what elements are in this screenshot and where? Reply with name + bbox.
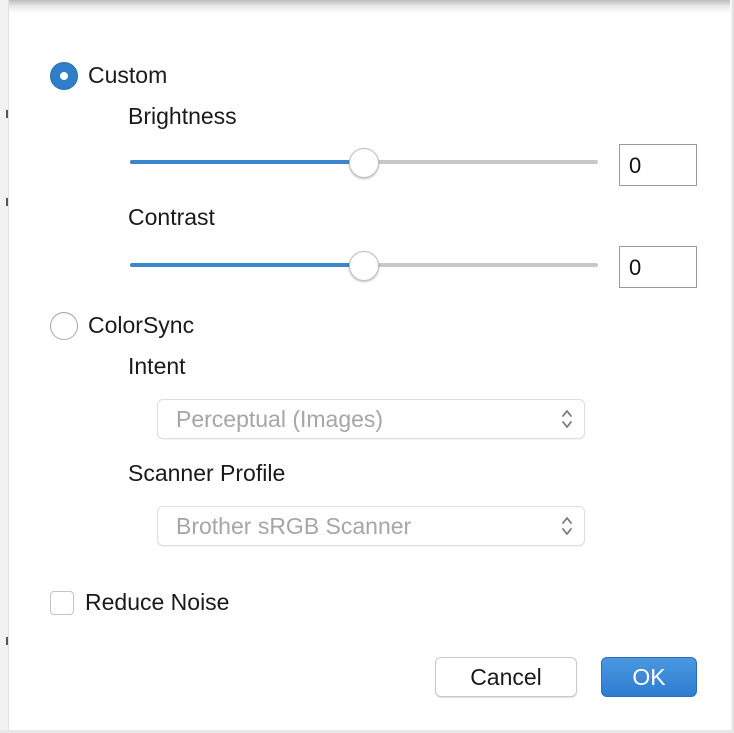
- colorsync-radio[interactable]: [50, 312, 78, 340]
- chevron-up-down-icon: [562, 517, 572, 535]
- contrast-value-field[interactable]: 0: [619, 246, 697, 288]
- left-edge-mark: [6, 637, 8, 645]
- brightness-slider-knob[interactable]: [349, 148, 379, 178]
- color-settings-dialog: Custom Brightness 0 Contrast 0 ColorSync…: [0, 0, 734, 733]
- ok-button[interactable]: OK: [601, 657, 697, 697]
- intent-popup[interactable]: Perceptual (Images): [157, 399, 585, 439]
- left-edge-mark: [6, 110, 8, 118]
- contrast-slider-knob[interactable]: [349, 251, 379, 281]
- brightness-slider-fill: [130, 160, 364, 164]
- custom-radio-label[interactable]: Custom: [88, 64, 167, 87]
- reduce-noise-checkbox[interactable]: [50, 591, 74, 615]
- scanner-profile-label: Scanner Profile: [128, 460, 286, 486]
- contrast-slider-fill: [130, 263, 364, 267]
- window-top-shadow: [0, 0, 734, 14]
- intent-label: Intent: [128, 353, 186, 379]
- reduce-noise-label[interactable]: Reduce Noise: [85, 591, 229, 614]
- scanner-profile-popup[interactable]: Brother sRGB Scanner: [157, 506, 585, 546]
- contrast-label: Contrast: [128, 204, 215, 230]
- scanner-profile-popup-value: Brother sRGB Scanner: [176, 513, 412, 539]
- custom-radio[interactable]: [50, 62, 78, 90]
- right-window-edge: [730, 0, 734, 733]
- cancel-button[interactable]: Cancel: [435, 657, 577, 697]
- left-edge-mark: [6, 198, 8, 206]
- brightness-label: Brightness: [128, 103, 237, 129]
- intent-popup-value: Perceptual (Images): [176, 406, 384, 432]
- colorsync-radio-label[interactable]: ColorSync: [88, 314, 194, 337]
- chevron-up-down-icon: [562, 410, 572, 428]
- brightness-value-field[interactable]: 0: [619, 144, 697, 186]
